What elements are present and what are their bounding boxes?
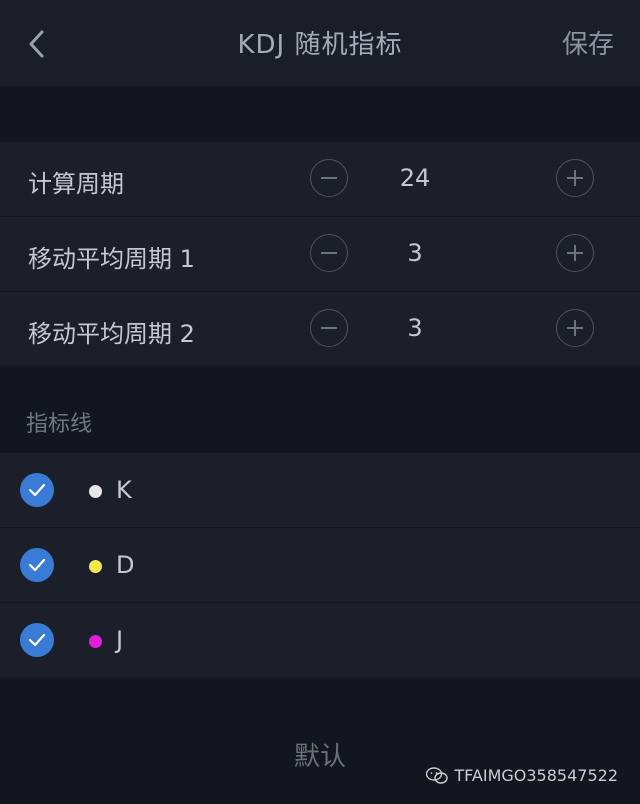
param-value: 24	[399, 164, 431, 192]
increment-button[interactable]	[556, 159, 594, 197]
parameter-panel: 计算周期 24 移动平均周期 1 3 移动平均周期 2 3	[0, 142, 640, 366]
plus-icon	[567, 170, 583, 186]
param-label: 移动平均周期 1	[28, 245, 195, 273]
param-row-period: 计算周期 24	[0, 142, 640, 217]
watermark-text: TFAIMGO358547522	[454, 766, 618, 785]
color-dot-icon	[89, 635, 102, 648]
wechat-icon	[426, 766, 449, 784]
line-row-d[interactable]: D	[0, 528, 640, 603]
param-label: 移动平均周期 2	[28, 320, 195, 348]
checkmark-icon	[28, 483, 46, 497]
param-value: 3	[407, 239, 423, 267]
decrement-button[interactable]	[310, 234, 348, 272]
decrement-button[interactable]	[310, 309, 348, 347]
color-dot-icon	[89, 560, 102, 573]
decrement-button[interactable]	[310, 159, 348, 197]
watermark: TFAIMGO358547522	[426, 766, 618, 785]
page-title: KDJ 随机指标	[237, 30, 403, 60]
minus-icon	[321, 177, 337, 179]
plus-icon	[567, 320, 583, 336]
checkmark-icon	[28, 558, 46, 572]
checkbox-checked[interactable]	[20, 548, 54, 582]
line-name: J	[116, 626, 124, 654]
param-value: 3	[407, 314, 423, 342]
checkbox-checked[interactable]	[20, 473, 54, 507]
checkmark-icon	[28, 633, 46, 647]
minus-icon	[321, 252, 337, 254]
minus-icon	[321, 327, 337, 329]
line-row-j[interactable]: J	[0, 603, 640, 677]
line-row-k[interactable]: K	[0, 453, 640, 528]
increment-button[interactable]	[556, 234, 594, 272]
plus-icon	[567, 245, 583, 261]
section-title: 指标线	[26, 412, 93, 437]
param-row-ma2: 移动平均周期 2 3	[0, 292, 640, 366]
indicator-lines-panel: K D J	[0, 453, 640, 678]
line-name: D	[116, 551, 135, 579]
param-label: 计算周期	[28, 170, 124, 198]
line-name: K	[116, 476, 132, 504]
color-dot-icon	[89, 485, 102, 498]
nav-bar: KDJ 随机指标 保存	[0, 0, 640, 86]
increment-button[interactable]	[556, 309, 594, 347]
save-button[interactable]: 保存	[562, 24, 614, 61]
param-row-ma1: 移动平均周期 1 3	[0, 217, 640, 292]
checkbox-checked[interactable]	[20, 623, 54, 657]
